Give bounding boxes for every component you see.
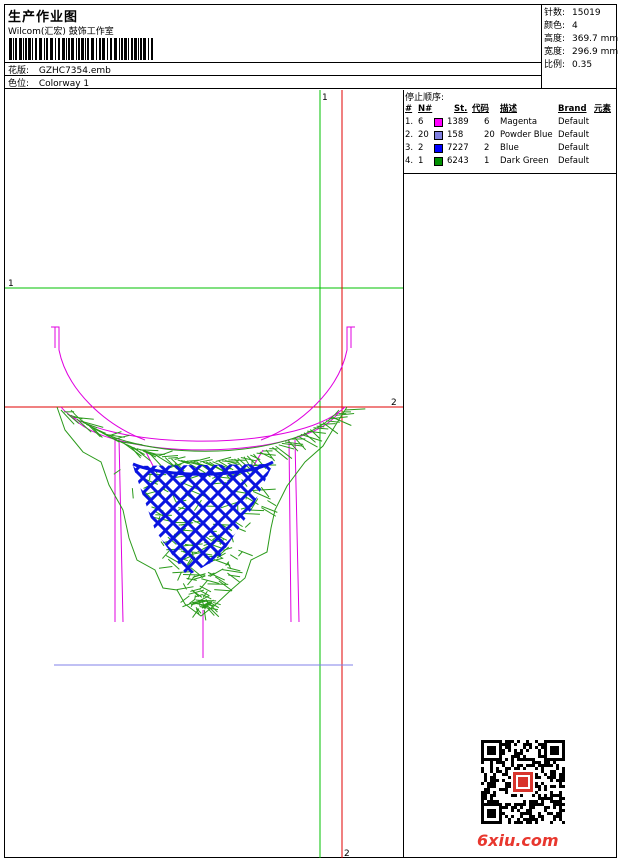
blue-crosshatch-stitches [132, 460, 274, 576]
spec-height: 高度: 369.7 mm [544, 34, 619, 44]
cell-st: 7227 [447, 143, 469, 153]
cell-desc: Magenta [500, 117, 538, 127]
table-row: 4. 1 6243 1 Dark Green Default [404, 155, 616, 168]
cell-n: 20 [418, 130, 429, 140]
guide-label-red-h: 2 [391, 398, 397, 408]
cell-code: 1 [484, 156, 490, 166]
cell-brand: Default [558, 130, 590, 140]
stop-sequence-panel: 停止顺序: # N# St. 代码 描述 Brand 元素 1. 6 1389 6 Ma… [403, 90, 616, 858]
table-row: 1. 6 1389 6 Magenta Default [404, 116, 616, 129]
cell-n: 6 [418, 117, 424, 127]
cell-n: 2 [418, 143, 424, 153]
color-swatch [434, 118, 443, 127]
cell-n: 1 [418, 156, 424, 166]
col-st: St. [454, 104, 468, 114]
col-desc: 描述 [500, 104, 518, 114]
spec-panel: 针数: 15019 颜色: 4 高度: 369.7 mm 宽度: 296.9 mm 比例… [541, 5, 619, 89]
cell-st: 1389 [447, 117, 469, 127]
colorway-row: 色位: Colorway 1 [8, 76, 89, 89]
spec-stitches: 针数: 15019 [544, 8, 601, 18]
colorway-value: Colorway 1 [38, 79, 90, 89]
col-idx: # [405, 104, 413, 114]
colorway-label: 色位: [8, 79, 30, 89]
cell-st: 158 [447, 130, 464, 140]
cell-code: 2 [484, 143, 490, 153]
color-swatch [434, 157, 443, 166]
guide-label-red-v: 2 [344, 849, 350, 858]
studio-name: Wilcom(汇宏) 鼓饰工作室 [8, 27, 114, 37]
spec-width: 宽度: 296.9 mm [544, 47, 619, 57]
col-brand: Brand [558, 104, 587, 114]
col-n: N# [418, 104, 433, 114]
table-header: # N# St. 代码 描述 Brand 元素 [404, 103, 616, 116]
cell-idx: 2. [405, 130, 414, 140]
stop-sequence-title: 停止顺序: [405, 93, 445, 103]
cell-brand: Default [558, 156, 590, 166]
cell-code: 6 [484, 117, 490, 127]
cell-idx: 3. [405, 143, 414, 153]
cell-desc: Powder Blue [500, 130, 553, 140]
cell-idx: 1. [405, 117, 414, 127]
cell-st: 6243 [447, 156, 469, 166]
table-row: 3. 2 7227 2 Blue Default [404, 142, 616, 155]
color-swatch [434, 131, 443, 140]
watermark-site: 6xiu.com [477, 831, 559, 850]
embroidery-design: 1 1 2 2 [5, 90, 403, 858]
col-code: 代码 [472, 104, 490, 114]
header: 生产作业图 Wilcom(汇宏) 鼓饰工作室 花版: GZHC7354.emb … [5, 5, 619, 89]
table-bottom-rule [404, 173, 616, 174]
cell-desc: Dark Green [500, 156, 549, 166]
guide-label-green-v: 1 [322, 93, 328, 103]
header-left: 生产作业图 Wilcom(汇宏) 鼓饰工作室 花版: GZHC7354.emb … [5, 5, 541, 89]
cell-brand: Default [558, 117, 590, 127]
color-swatch [434, 144, 443, 153]
page-title: 生产作业图 [8, 10, 79, 25]
cell-brand: Default [558, 143, 590, 153]
cell-idx: 4. [405, 156, 414, 166]
guide-label-green-h: 1 [8, 279, 14, 289]
barcode-icon [9, 38, 153, 60]
col-element: 元素 [594, 104, 612, 114]
spec-colors: 颜色: 4 [544, 21, 578, 31]
table-row: 2. 20 158 20 Powder Blue Default [404, 129, 616, 142]
cell-desc: Blue [500, 143, 519, 153]
qr-code-icon [481, 740, 565, 824]
cell-code: 20 [484, 130, 495, 140]
spec-scale: 比例: 0.35 [544, 60, 593, 70]
production-sheet: 生产作业图 Wilcom(汇宏) 鼓饰工作室 花版: GZHC7354.emb … [4, 4, 619, 858]
